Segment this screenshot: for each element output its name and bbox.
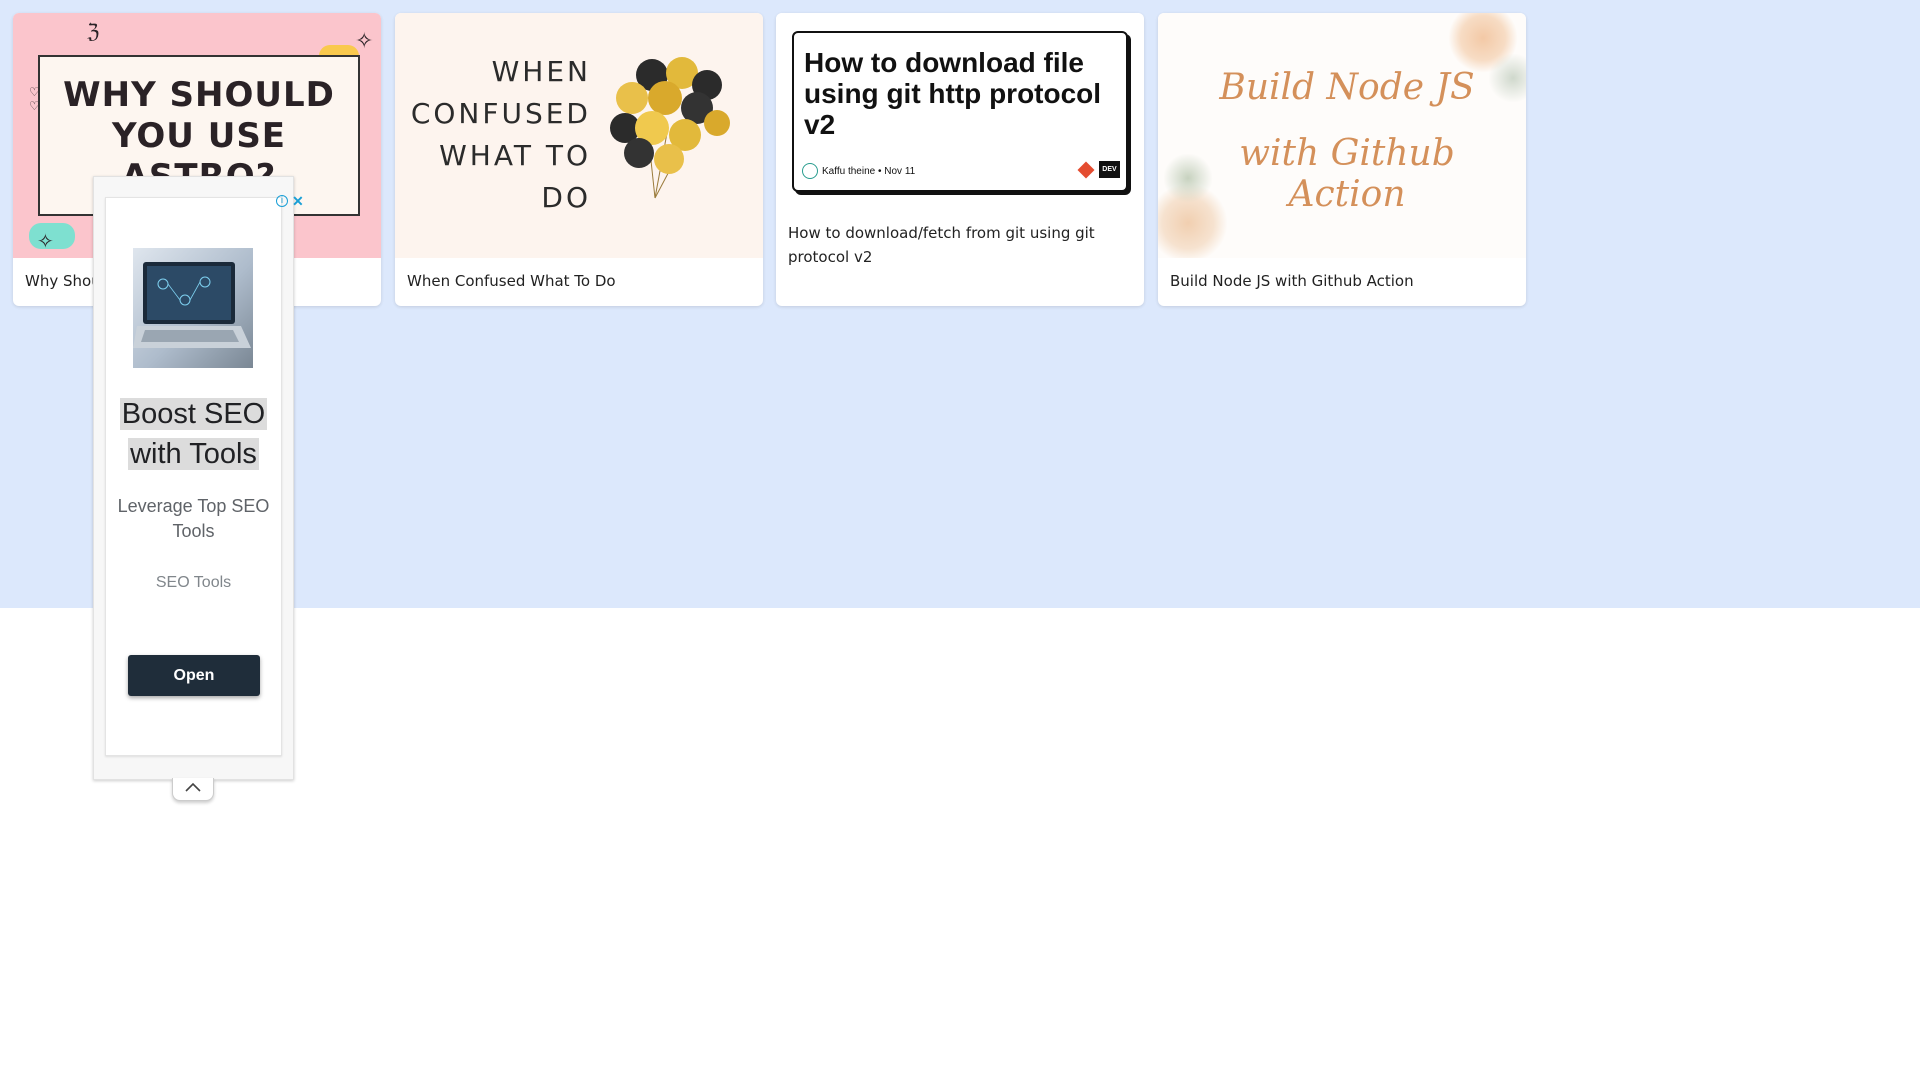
dev-badge-label: DEV (1102, 166, 1117, 173)
adchoices-icon[interactable]: i (276, 195, 288, 207)
post-thumbnail[interactable]: Build Node JS with Github Action (1158, 13, 1526, 258)
balloons-image (610, 57, 730, 199)
post-title[interactable]: When Confused What To Do (407, 269, 751, 293)
avatar (802, 163, 818, 179)
sparkle-icon: ✧ (355, 29, 374, 54)
ad-headline[interactable]: Boost SEO with Tools (106, 394, 281, 474)
heart-icon: ♡ ♡ (29, 85, 40, 113)
post-title[interactable]: How to download/fetch from git using git… (788, 221, 1132, 269)
thumbnail-author: Kaffu theine • Nov 11 (802, 163, 915, 179)
post-card-git[interactable]: How to download file using git http prot… (776, 13, 1144, 306)
post-card-node[interactable]: Build Node JS with Github Action Build N… (1158, 13, 1526, 306)
thumbnail-title: WHEN CONFUSED WHAT TO DO (411, 51, 591, 219)
post-thumbnail[interactable]: WHEN CONFUSED WHAT TO DO (395, 13, 763, 258)
thumbnail-title-line: Build Node JS (1219, 67, 1475, 108)
ad-headline-line[interactable]: Boost SEO (119, 398, 268, 430)
dev-post-preview: How to download file using git http prot… (792, 31, 1128, 192)
author-text: Kaffu theine • Nov 11 (822, 165, 916, 177)
ad-description: Leverage Top SEO Tools (117, 496, 270, 541)
post-card-confused[interactable]: WHEN CONFUSED WHAT TO DO When Confused W… (395, 13, 763, 306)
close-icon[interactable]: ✕ (292, 193, 304, 210)
swirl-icon: ℨ (87, 19, 100, 43)
ad-open-button[interactable]: Open (128, 655, 260, 696)
thumbnail-line: CONFUSED (410, 97, 591, 130)
post-thumbnail[interactable]: How to download file using git http prot… (776, 13, 1144, 213)
ad-sponsor: SEO Tools (155, 574, 232, 591)
ad-headline-line[interactable]: with Tools (128, 438, 259, 470)
dev-logo-icon: DEV (1099, 161, 1120, 178)
thumbnail-line: WHEN (491, 55, 591, 88)
post-title[interactable]: Build Node JS with Github Action (1170, 269, 1514, 293)
thumbnail-line: DO (541, 181, 591, 214)
thumbnail-title-line: with Github Action (1239, 133, 1455, 215)
sparkle-icon: ✧ (37, 229, 54, 253)
laptop-illustration (133, 262, 251, 348)
ad-container: i ✕ Boost SEO with Tools Leverage Top SE… (93, 176, 304, 780)
thumbnail-line: WHAT TO (439, 139, 591, 172)
ad-card[interactable]: i ✕ Boost SEO with Tools Leverage Top SE… (105, 193, 304, 756)
thumbnail-title: How to download file using git http prot… (804, 47, 1102, 140)
git-icon (1077, 161, 1095, 179)
chevron-up-icon (185, 782, 201, 792)
ad-collapse-button[interactable] (172, 778, 214, 801)
laptop-image[interactable] (133, 248, 253, 368)
